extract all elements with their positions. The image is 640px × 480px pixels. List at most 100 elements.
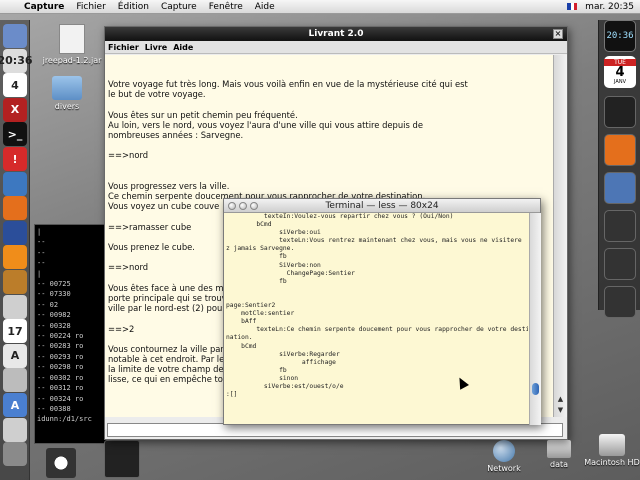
terminal-content[interactable]: texteIn:Voulez-vous repartir chez vous ?… bbox=[226, 213, 528, 425]
menu-aide[interactable]: Aide bbox=[249, 2, 281, 12]
bg-terminal-line: -- 00725 bbox=[37, 280, 71, 289]
terminal-line: bCmd bbox=[226, 342, 257, 350]
camino-icon[interactable] bbox=[3, 270, 27, 294]
terminal-line: bAff bbox=[226, 318, 257, 326]
bg-terminal-line: -- 00324 ro bbox=[37, 394, 84, 403]
terminal-line: affichage bbox=[226, 358, 336, 366]
close-light-icon[interactable] bbox=[228, 202, 236, 210]
menubar-clock[interactable]: mar. 20:35 bbox=[585, 2, 634, 12]
terminal-line: :[] bbox=[226, 391, 238, 399]
desktop-data-drive[interactable]: data bbox=[544, 440, 574, 469]
linux-tux2-icon[interactable] bbox=[604, 248, 636, 280]
terminal-line: page:Sentier2 bbox=[226, 302, 276, 310]
window-controls bbox=[228, 202, 258, 210]
bg-terminal-line: | bbox=[37, 228, 42, 236]
command-input[interactable] bbox=[107, 423, 563, 437]
terminal-line: sinon bbox=[226, 374, 299, 382]
ichat-icon[interactable] bbox=[3, 294, 27, 319]
firefox-icon[interactable] bbox=[3, 196, 27, 221]
bg-terminal-line: -- 07330 bbox=[37, 290, 71, 299]
terminal-line: siVerbe:oui bbox=[226, 229, 321, 237]
linux-tux3-icon[interactable] bbox=[604, 286, 636, 318]
terminal-line: nation. bbox=[226, 334, 253, 342]
background-terminal[interactable]: | -- -- -- | -- 00725 -- 07330 -- 02 -- 00982 -- … bbox=[34, 224, 114, 444]
dock-clock-icon[interactable]: 20:36 bbox=[604, 20, 636, 52]
zoom-light-icon[interactable] bbox=[250, 202, 258, 210]
desktop-macintosh-label: Macintosh HD bbox=[584, 458, 640, 467]
scroll-down-arrow-icon[interactable]: ▼ bbox=[556, 406, 565, 415]
menu-fenetre[interactable]: Fenêtre bbox=[203, 2, 249, 12]
terminal-scroll-thumb[interactable] bbox=[532, 383, 539, 395]
story-line: le but de votre voyage. bbox=[108, 89, 206, 100]
ical-icon[interactable]: 17 bbox=[3, 319, 27, 344]
stickies-icon[interactable] bbox=[3, 417, 27, 442]
terminal-line: texteIn:Voulez-vous repartir chez vous ?… bbox=[226, 213, 454, 220]
thunderbird-icon[interactable] bbox=[3, 220, 27, 245]
terminal-app-icon[interactable] bbox=[604, 96, 636, 128]
bg-terminal-line: idunn:/d1/src bbox=[37, 415, 92, 424]
preview-icon[interactable] bbox=[3, 368, 27, 393]
menu-capture[interactable]: Capture bbox=[155, 2, 203, 12]
appstore-icon[interactable]: A bbox=[3, 393, 27, 417]
menu-edition[interactable]: Édition bbox=[112, 2, 155, 12]
terminal-titlebar[interactable]: Terminal — less — 80x24 bbox=[224, 199, 540, 213]
story-line: ==>nord bbox=[108, 150, 149, 161]
apple-finder-icon[interactable] bbox=[3, 24, 27, 48]
blender-icon[interactable] bbox=[3, 245, 27, 270]
warning-icon[interactable]: ! bbox=[3, 147, 27, 171]
story-line bbox=[108, 140, 550, 150]
terminal-line: SiVerbe:non bbox=[226, 261, 321, 269]
folder-icon bbox=[52, 76, 82, 100]
bg-terminal-line: -- 00293 ro bbox=[37, 352, 84, 361]
livrant-title: Livrant 2.0 bbox=[308, 29, 364, 39]
network-icon[interactable] bbox=[3, 171, 27, 196]
settings-icon[interactable] bbox=[3, 442, 27, 467]
desktop-network[interactable]: Network bbox=[484, 440, 524, 473]
firefox-app-icon[interactable] bbox=[604, 134, 636, 166]
terminal-line: fb bbox=[226, 253, 287, 261]
livrant-menu-aide[interactable]: Aide bbox=[173, 43, 193, 52]
cal-num: 4 bbox=[615, 65, 625, 80]
menu-app[interactable]: Capture bbox=[18, 2, 70, 12]
bottom-dock-xterm-icon[interactable] bbox=[104, 440, 140, 478]
desktop-jar-label: jreepad-1.2.jar bbox=[42, 56, 102, 65]
terminal-line: texteLn:Vous rentrez maintenant chez vou… bbox=[226, 237, 522, 245]
story-line bbox=[108, 99, 550, 109]
dock-calendar-icon[interactable]: TUE 4 JANV bbox=[604, 56, 636, 88]
bg-terminal-line: -- 00302 ro bbox=[37, 373, 84, 382]
drive-icon bbox=[547, 440, 571, 458]
xfolder-icon[interactable] bbox=[604, 172, 636, 204]
x11-icon[interactable]: X bbox=[3, 97, 27, 122]
linux-tux-icon[interactable] bbox=[604, 210, 636, 242]
desktop-network-label: Network bbox=[487, 464, 521, 473]
textedit-icon[interactable]: A bbox=[3, 343, 27, 368]
desktop-divers-folder[interactable]: divers bbox=[42, 76, 92, 111]
livrant-menu-fichier[interactable]: Fichier bbox=[108, 43, 139, 52]
desktop-macintosh-hd[interactable]: Macintosh HD bbox=[584, 434, 640, 467]
terminal-line: ChangePage:Sentier bbox=[226, 269, 355, 277]
terminal-window[interactable]: Terminal — less — 80x24 texteIn:Voulez-v… bbox=[223, 198, 541, 425]
story-scrollbar[interactable]: ▲ ▼ bbox=[553, 55, 567, 417]
bottom-dock-tux-icon[interactable] bbox=[46, 448, 76, 478]
story-line: Votre voyage fut très long. Mais vous vo… bbox=[108, 79, 468, 89]
minimize-light-icon[interactable] bbox=[239, 202, 247, 210]
story-line: Vous progressez vers la ville. bbox=[108, 180, 230, 191]
bg-terminal-line: | bbox=[37, 269, 42, 278]
scroll-up-arrow-icon[interactable]: ▲ bbox=[556, 395, 565, 404]
terminal-scrollbar[interactable] bbox=[529, 213, 541, 425]
french-flag-icon[interactable] bbox=[567, 3, 578, 10]
terminal-icon[interactable]: >_ bbox=[3, 122, 27, 147]
desktop-jar-file[interactable]: jreepad-1.2.jar bbox=[42, 24, 102, 65]
bg-terminal-line: -- bbox=[37, 238, 46, 247]
clock-icon[interactable]: 20:36 bbox=[0, 48, 33, 73]
terminal-line: texteLn:Ce chemin serpente doucement pou… bbox=[226, 326, 528, 334]
bg-terminal-line: -- 00328 bbox=[37, 321, 71, 330]
livrant-titlebar[interactable]: Livrant 2.0 × bbox=[105, 27, 567, 41]
calendar-icon[interactable]: 4 bbox=[3, 73, 27, 98]
livrant-menu: Fichier Livre Aide bbox=[105, 41, 567, 54]
close-icon[interactable]: × bbox=[553, 29, 563, 39]
livrant-menu-livre[interactable]: Livre bbox=[145, 43, 167, 52]
menu-fichier[interactable]: Fichier bbox=[70, 2, 111, 12]
bg-terminal-line: -- 00982 bbox=[37, 311, 71, 320]
